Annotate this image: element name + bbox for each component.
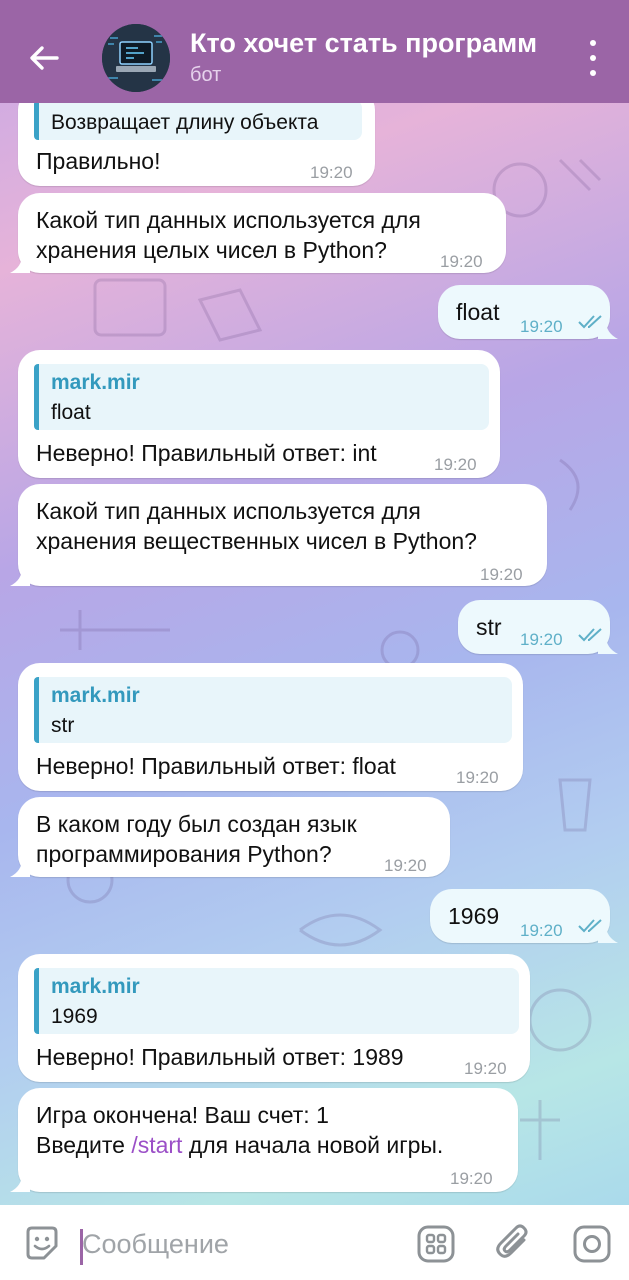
chat-header: Кто хочет стать программ бот	[0, 0, 629, 103]
bot-avatar-image	[102, 24, 170, 92]
message-incoming[interactable]: mark.mir float Неверно! Правильный ответ…	[18, 350, 500, 478]
message-text: 1969	[448, 903, 500, 929]
message-text: Неверно! Правильный ответ: 1989	[36, 1044, 404, 1070]
message-text: Игра окончена! Ваш счет: 1	[36, 1102, 329, 1128]
message-text: float	[456, 299, 500, 325]
start-command-link[interactable]: /start	[131, 1132, 182, 1158]
message-time: 19:20	[310, 163, 353, 182]
message-outgoing[interactable]: float 19:20	[438, 285, 618, 339]
message-text: В каком году был создан язык	[36, 811, 357, 837]
bot-commands-button[interactable]	[416, 1224, 456, 1264]
emoji-icon	[26, 1226, 58, 1260]
message-text: Какой тип данных используется для	[36, 498, 421, 524]
message-time: 19:20	[520, 317, 563, 336]
reply-quote-text: 1969	[51, 1005, 98, 1028]
message-incoming[interactable]: mark.mir 1969 Неверно! Правильный ответ:…	[18, 954, 530, 1082]
reply-quote-author: mark.mir	[51, 975, 140, 998]
reply-quote[interactable]: mark.mir 1969	[34, 968, 519, 1034]
reply-quote-author: mark.mir	[51, 684, 140, 707]
message-time: 19:20	[520, 921, 563, 940]
message-text-part: Введите	[36, 1132, 132, 1158]
message-incoming[interactable]: mark.mir str Неверно! Правильный ответ: …	[18, 663, 523, 791]
camera-button[interactable]	[572, 1224, 612, 1264]
chat-title[interactable]: Кто хочет стать программ	[190, 28, 555, 59]
read-checkmarks-icon	[578, 919, 602, 933]
message-text: хранения вещественных чисел в Python?	[36, 528, 477, 554]
message-text: Введите /start для начала новой игры.	[36, 1130, 443, 1160]
attach-button[interactable]	[494, 1224, 534, 1264]
message-incoming[interactable]: В каком году был создан язык программиро…	[10, 797, 450, 877]
message-text: Какой тип данных используется для	[36, 207, 421, 233]
message-input[interactable]: Сообщение	[82, 1229, 229, 1260]
message-time: 19:20	[456, 768, 499, 787]
read-checkmarks-icon	[578, 315, 602, 329]
message-text: хранения целых чисел в Python?	[36, 237, 387, 263]
more-options-button[interactable]	[576, 40, 610, 76]
reply-quote-text: str	[51, 714, 75, 737]
message-text: Неверно! Правильный ответ: int	[36, 440, 377, 466]
reply-quote-author: mark.mir	[51, 371, 140, 394]
chat-subtitle: бот	[190, 64, 222, 86]
message-incoming[interactable]: Игра окончена! Ваш счет: 1 Введите /star…	[10, 1088, 518, 1192]
message-time: 19:20	[520, 630, 563, 649]
paperclip-icon	[496, 1224, 528, 1258]
reply-quote-text: Возвращает длину объекта	[51, 111, 319, 134]
back-button[interactable]	[22, 36, 66, 80]
message-input-bar: Сообщение	[0, 1205, 629, 1280]
message-outgoing[interactable]: 1969 19:20	[430, 889, 618, 943]
message-time: 19:20	[434, 455, 477, 474]
message-text-part: для начала новой игры.	[182, 1132, 444, 1158]
more-vertical-icon	[590, 40, 596, 46]
camera-icon	[573, 1225, 611, 1263]
bot-commands-icon	[417, 1225, 455, 1263]
message-text: str	[476, 614, 502, 640]
reply-quote-text: float	[51, 401, 91, 424]
message-time: 19:20	[464, 1059, 507, 1078]
arrow-left-icon	[30, 46, 59, 70]
message-time: 19:20	[384, 856, 427, 875]
reply-quote[interactable]: Возвращает длину объекта	[34, 100, 362, 140]
reply-quote[interactable]: mark.mir str	[34, 677, 512, 743]
avatar[interactable]	[102, 24, 170, 92]
message-time: 19:20	[440, 252, 483, 271]
message-text: Правильно!	[36, 148, 161, 174]
message-incoming[interactable]: Какой тип данных используется для хранен…	[10, 193, 506, 273]
read-checkmarks-icon	[578, 628, 602, 642]
message-text: программирования Python?	[36, 841, 332, 867]
emoji-button[interactable]	[22, 1224, 62, 1264]
message-text: Неверно! Правильный ответ: float	[36, 753, 396, 779]
message-outgoing[interactable]: str 19:20	[458, 600, 618, 654]
message-incoming[interactable]: Какой тип данных используется для хранен…	[10, 484, 547, 586]
message-time: 19:20	[480, 565, 523, 584]
chat-screen: Кто хочет стать программ бот Возвращает …	[0, 0, 629, 1280]
message-time: 19:20	[450, 1169, 493, 1188]
reply-quote[interactable]: mark.mir float	[34, 364, 489, 430]
